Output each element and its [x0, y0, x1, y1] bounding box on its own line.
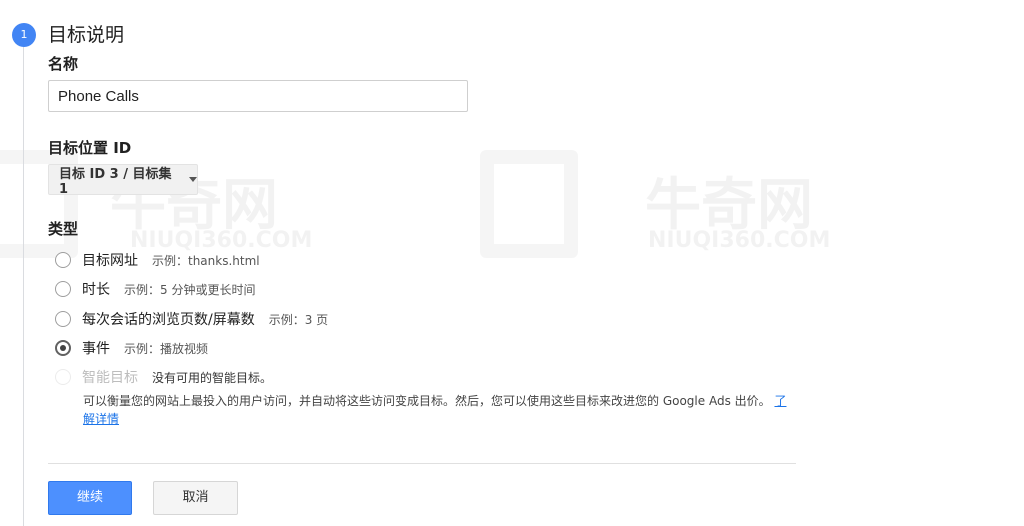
smart-goal-description: 可以衡量您的网站上最投入的用户访问，并自动将这些访问变成目标。然后，您可以使用这… — [83, 392, 793, 428]
watermark-brand: 牛奇网 — [645, 173, 813, 238]
radio-button-checked[interactable] — [55, 340, 71, 356]
radio-button[interactable] — [55, 311, 71, 327]
radio-option-event[interactable]: 事件 示例：播放视频 — [55, 338, 208, 358]
goal-slot-selected: 目标 ID 3 / 目标集 1 — [59, 166, 172, 197]
radio-label: 时长 — [82, 282, 110, 298]
watermark-logo-icon — [480, 150, 578, 258]
goal-slot-label: 目标位置 ID — [48, 139, 132, 157]
radio-example: 示例：thanks.html — [152, 253, 260, 268]
radio-button[interactable] — [55, 252, 71, 268]
radio-option-smart-goal: 智能目标 没有可用的智能目标。 — [55, 367, 272, 387]
radio-button-disabled — [55, 369, 71, 385]
stepper-line — [23, 46, 24, 526]
type-label: 类型 — [48, 220, 79, 238]
goal-name-input[interactable] — [48, 80, 468, 112]
radio-option-pages-per-session[interactable]: 每次会话的浏览页数/屏幕数 示例：3 页 — [55, 309, 328, 329]
radio-label: 事件 — [82, 341, 110, 357]
step-number-badge: 1 — [12, 23, 36, 47]
divider — [48, 463, 796, 464]
radio-example: 没有可用的智能目标。 — [152, 370, 273, 385]
radio-example: 示例：播放视频 — [124, 341, 209, 356]
radio-label: 目标网址 — [82, 253, 138, 269]
name-label: 名称 — [48, 55, 79, 73]
smart-goal-description-text: 可以衡量您的网站上最投入的用户访问，并自动将这些访问变成目标。然后，您可以使用这… — [83, 394, 771, 408]
radio-example: 示例：3 页 — [268, 312, 329, 327]
radio-option-duration[interactable]: 时长 示例：5 分钟或更长时间 — [55, 279, 255, 299]
goal-setup-page: 牛奇网 NIUQI360.COM 牛奇网 NIUQI360.COM 1 目标说明… — [0, 0, 1024, 526]
radio-label: 每次会话的浏览页数/屏幕数 — [82, 312, 255, 328]
continue-button[interactable]: 继续 — [48, 481, 132, 515]
chevron-down-icon — [189, 177, 197, 182]
radio-example: 示例：5 分钟或更长时间 — [124, 282, 256, 297]
step-title: 目标说明 — [48, 24, 125, 46]
goal-slot-dropdown[interactable]: 目标 ID 3 / 目标集 1 — [48, 164, 198, 197]
radio-button[interactable] — [55, 281, 71, 297]
cancel-button[interactable]: 取消 — [153, 481, 238, 515]
watermark-domain: NIUQI360.COM — [648, 228, 831, 253]
radio-option-destination[interactable]: 目标网址 示例：thanks.html — [55, 250, 260, 270]
radio-label: 智能目标 — [82, 370, 138, 386]
